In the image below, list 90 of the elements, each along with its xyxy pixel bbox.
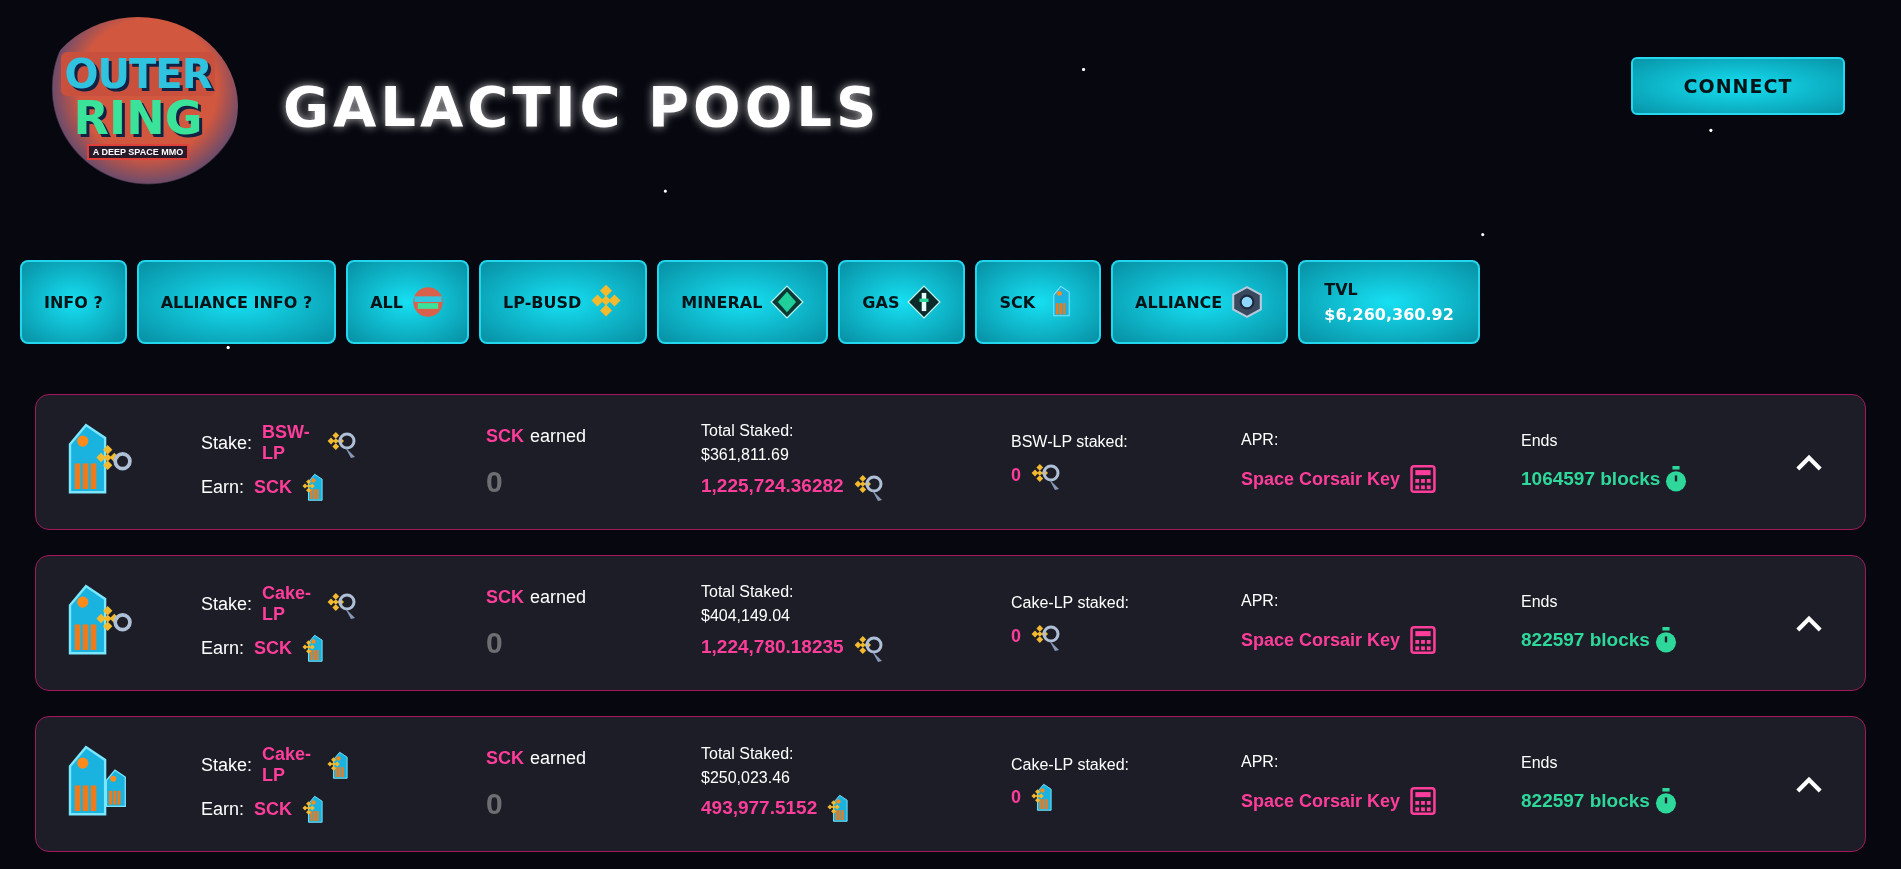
stake-token: Cake-LP — [262, 583, 313, 625]
gas-icon — [907, 285, 942, 319]
ends-value: 822597 blocks — [1521, 629, 1650, 651]
logo-icon — [411, 285, 445, 319]
connect-button[interactable]: CONNECT — [1631, 57, 1845, 115]
staked-value: 0 — [1011, 625, 1021, 647]
ends-label: Ends — [1521, 593, 1559, 611]
filter-tab[interactable]: SCK — [975, 260, 1102, 344]
apr-label: APR: — [1241, 431, 1280, 449]
calculator-icon[interactable] — [1410, 626, 1437, 654]
earned-value: 0 — [486, 625, 504, 660]
filter-tab[interactable]: LP-BUSD — [479, 260, 648, 344]
tab-label: GAS — [862, 292, 900, 312]
apr-value: Space Corsair Key — [1241, 468, 1401, 490]
staked-label: Cake-LP staked: — [1011, 594, 1130, 612]
stake-label: Stake: — [201, 432, 253, 454]
total-staked-usd: $404,149.04 — [701, 607, 791, 625]
total-staked-tokens: 493,977.5152 — [701, 797, 818, 819]
apr-label: APR: — [1241, 592, 1280, 610]
earned-token: SCK — [486, 747, 524, 769]
stake-label: Stake: — [201, 593, 253, 615]
earned-token: SCK — [486, 425, 524, 447]
keycard-icon — [302, 633, 324, 663]
earned-label: earned — [530, 425, 587, 447]
ends-value: 822597 blocks — [1521, 790, 1650, 812]
total-staked-label: Total Staked: — [701, 583, 795, 601]
apr-label: APR: — [1241, 753, 1280, 771]
ends-value: 1064597 blocks — [1521, 468, 1661, 490]
logo-text: RING — [73, 96, 203, 140]
earn-token: SCK — [254, 637, 293, 659]
chevron-up-icon[interactable] — [1795, 774, 1823, 794]
lp-token-icon — [327, 750, 349, 780]
logo-tagline: A DEEP SPACE MMO — [86, 144, 190, 160]
crystal-icon — [770, 285, 805, 319]
total-staked-usd: $250,023.46 — [701, 769, 791, 787]
tab-label: ALLIANCE — [1135, 292, 1223, 312]
staked-value: 0 — [1011, 786, 1021, 808]
apr-value: Space Corsair Key — [1241, 790, 1401, 812]
keycard-icon — [302, 794, 324, 824]
ends-label: Ends — [1521, 754, 1559, 772]
staked-value: 0 — [1011, 464, 1021, 486]
earn-label: Earn: — [201, 476, 245, 498]
total-staked-label: Total Staked: — [701, 745, 795, 763]
total-staked-label: Total Staked: — [701, 422, 795, 440]
tab-label: ALL — [370, 292, 403, 312]
earned-label: earned — [530, 586, 587, 608]
earned-label: earned — [530, 747, 587, 769]
earned-value: 0 — [486, 786, 504, 821]
filter-tab[interactable]: ALLIANCE INFO ? — [136, 260, 337, 344]
stopwatch-icon — [1653, 627, 1678, 653]
chevron-up-icon[interactable] — [1795, 613, 1823, 633]
earn-token: SCK — [254, 798, 293, 820]
earn-label: Earn: — [201, 798, 245, 820]
emblem-icon — [1230, 285, 1265, 319]
page-title: GALACTIC POOLS — [283, 73, 881, 139]
chevron-up-icon[interactable] — [1795, 452, 1823, 472]
filter-tab[interactable]: ALL — [346, 260, 469, 344]
total-staked-usd: $361,811.69 — [701, 446, 790, 464]
filter-tab[interactable]: MINERAL — [657, 260, 829, 344]
tab-label: ALLIANCE INFO ? — [160, 292, 313, 312]
total-staked-tokens: 1,225,724.36282 — [701, 475, 844, 497]
tab-label: INFO ? — [44, 292, 103, 312]
keycard-icon — [302, 472, 324, 502]
earn-token: SCK — [254, 476, 293, 498]
filter-tab[interactable]: GAS — [838, 260, 966, 344]
stake-label: Stake: — [201, 754, 253, 776]
tab-label: LP-BUSD — [503, 292, 582, 312]
total-staked-tokens: 1,224,780.18235 — [701, 636, 844, 658]
lp-token-icon — [827, 793, 849, 823]
stopwatch-icon — [1653, 788, 1678, 814]
filter-tab[interactable]: INFO ? — [20, 260, 127, 344]
earn-label: Earn: — [201, 637, 245, 659]
tvl-value: $6,260,360.92 — [1324, 305, 1454, 324]
staked-label: BSW-LP staked: — [1011, 433, 1129, 451]
earned-token: SCK — [486, 586, 524, 608]
calculator-icon[interactable] — [1410, 465, 1437, 493]
stake-token: BSW-LP — [262, 422, 311, 464]
filter-tab[interactable]: ALLIANCE — [1111, 260, 1289, 344]
stake-token: Cake-LP — [262, 744, 313, 786]
staked-label: Cake-LP staked: — [1011, 756, 1130, 774]
logo-text: OUTER — [60, 52, 216, 96]
earned-value: 0 — [486, 464, 504, 499]
tab-label: SCK — [999, 292, 1036, 312]
stopwatch-icon — [1664, 466, 1689, 492]
tvl-label: TVL — [1324, 280, 1358, 299]
ends-label: Ends — [1521, 432, 1559, 450]
apr-value: Space Corsair Key — [1241, 629, 1401, 651]
calculator-icon[interactable] — [1410, 787, 1437, 815]
lp-token-icon — [1031, 782, 1052, 812]
tab-label: MINERAL — [681, 292, 763, 312]
